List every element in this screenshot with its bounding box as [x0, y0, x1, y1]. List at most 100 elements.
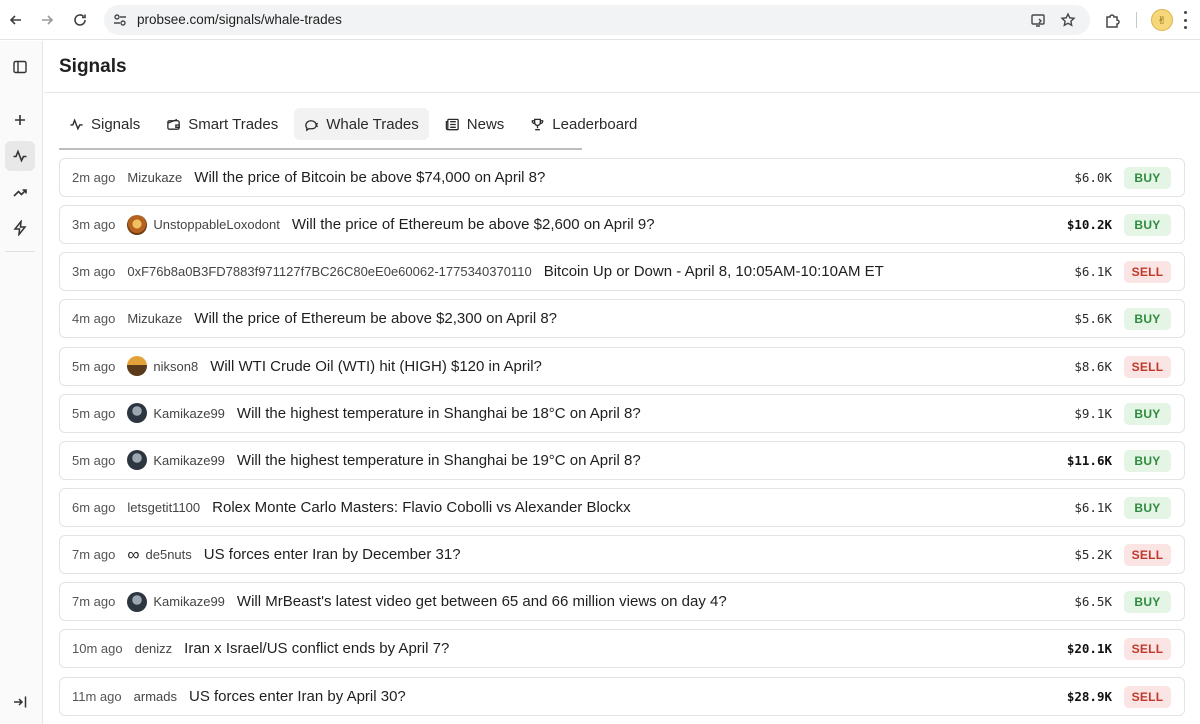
- site-settings-icon[interactable]: [112, 12, 128, 28]
- address-bar[interactable]: probsee.com/signals/whale-trades: [104, 5, 1090, 35]
- trader-name[interactable]: 0xF76b8a0B3FD7883f971127f7BC26C80eE0e600…: [127, 264, 531, 279]
- trade-amount: $6.1K: [1074, 499, 1112, 515]
- trade-row[interactable]: 11m ago armads US forces enter Iran by Apr…: [59, 676, 1185, 716]
- whale-trades-list: 2m ago Mizukaze Will the price of Bitcoin …: [59, 158, 1185, 724]
- trader-name[interactable]: UnstoppableLoxodont: [153, 217, 280, 232]
- arrow-left-icon: [9, 15, 21, 25]
- trader-name[interactable]: de5nuts: [146, 547, 192, 562]
- trader-name[interactable]: Mizukaze: [127, 170, 182, 185]
- arrow-right-icon: [42, 15, 54, 25]
- activity-icon: [13, 149, 27, 163]
- tab-label: Leaderboard: [552, 115, 638, 133]
- market-question[interactable]: Will WTI Crude Oil (WTI) hit (HIGH) $120…: [210, 358, 542, 375]
- buy-badge: BUY: [1124, 402, 1171, 425]
- browser-toolbar: probsee.com/signals/whale-trades ✌: [0, 0, 1200, 40]
- trade-time: 2m ago: [72, 170, 116, 185]
- trade-amount: $6.1K: [1074, 264, 1112, 280]
- lightning-icon: [13, 220, 27, 236]
- profile-avatar[interactable]: ✌: [1151, 9, 1173, 31]
- url-text[interactable]: probsee.com/signals/whale-trades: [137, 5, 342, 35]
- market-question[interactable]: Will the price of Ethereum be above $2,6…: [292, 216, 655, 233]
- trader-name[interactable]: nikson8: [153, 359, 198, 374]
- extensions-icon[interactable]: [1104, 11, 1122, 29]
- trade-row[interactable]: 2m ago Mizukaze Will the price of Bitcoin …: [59, 158, 1185, 197]
- rail-divider: [5, 251, 35, 252]
- trade-amount: $9.1K: [1074, 405, 1112, 421]
- trade-row[interactable]: 10m ago denizz Iran x Israel/US conflict e…: [59, 629, 1185, 669]
- trade-row[interactable]: 4m ago Mizukaze Will the price of Ethereum…: [59, 299, 1185, 339]
- trade-row[interactable]: 3m ago 0xF76b8a0B3FD7883f971127f7BC26C80e…: [59, 252, 1185, 292]
- new-button[interactable]: [5, 105, 35, 135]
- trader-name[interactable]: letsgetit1100: [127, 500, 200, 515]
- plus-icon: [15, 115, 25, 125]
- market-question[interactable]: Will the highest temperature in Shanghai…: [237, 405, 641, 422]
- tab-news[interactable]: News: [435, 108, 515, 140]
- left-rail: [0, 41, 43, 724]
- reload-button[interactable]: [68, 8, 92, 32]
- buy-badge: BUY: [1124, 449, 1171, 472]
- buy-badge: BUY: [1124, 496, 1171, 519]
- flash-nav-button[interactable]: [5, 213, 35, 243]
- trade-row[interactable]: 7m ago ∞ de5nuts US forces enter Iran by De…: [59, 535, 1185, 575]
- trade-row[interactable]: 5m ago Kamikaze99 Will the highest tempera…: [59, 440, 1185, 480]
- trade-amount: $28.9K: [1066, 688, 1112, 704]
- signal-tabs: Signals Smart Trades Whale Trades News L…: [59, 108, 647, 142]
- trade-amount: $11.6K: [1066, 452, 1112, 468]
- trade-time: 5m ago: [72, 405, 116, 421]
- market-question[interactable]: Will the price of Bitcoin be above $74,0…: [194, 169, 545, 186]
- trader-name[interactable]: Mizukaze: [127, 311, 182, 326]
- wallet-icon: [167, 118, 180, 130]
- market-question[interactable]: US forces enter Iran by April 30?: [189, 688, 406, 705]
- whale-icon: [305, 119, 319, 131]
- trade-amount: $5.2K: [1074, 547, 1112, 563]
- market-question[interactable]: Rolex Monte Carlo Masters: Flavio Coboll…: [212, 499, 631, 516]
- toggle-sidebar-button[interactable]: [5, 52, 35, 82]
- market-question[interactable]: Will MrBeast's latest video get between …: [237, 593, 727, 610]
- trader-name[interactable]: Kamikaze99: [153, 406, 225, 421]
- trader-name[interactable]: armads: [134, 689, 177, 704]
- sign-in-button[interactable]: [5, 687, 35, 717]
- sell-badge: SELL: [1124, 544, 1171, 567]
- back-button[interactable]: [4, 8, 28, 32]
- cast-icon[interactable]: [1030, 12, 1046, 28]
- user-avatar: [127, 214, 148, 235]
- trade-amount: $6.5K: [1074, 594, 1112, 610]
- trade-time: 4m ago: [72, 311, 116, 327]
- tab-signals[interactable]: Signals: [59, 108, 150, 140]
- page-title: Signals: [59, 56, 127, 77]
- user-avatar: [127, 591, 148, 612]
- bookmark-star-icon[interactable]: [1060, 12, 1076, 28]
- forward-button[interactable]: [35, 8, 59, 32]
- trending-nav-button[interactable]: [5, 177, 35, 207]
- trade-row[interactable]: 5m ago Kamikaze99 Will the highest tempera…: [59, 393, 1185, 433]
- trade-row[interactable]: 6m ago letsgetit1100 Rolex Monte Carlo Mas…: [59, 487, 1185, 527]
- market-question[interactable]: Iran x Israel/US conflict ends by April …: [184, 640, 449, 657]
- buy-badge: BUY: [1124, 308, 1171, 331]
- tab-label: Signals: [91, 115, 141, 133]
- login-icon: [14, 696, 27, 708]
- market-question[interactable]: Will the highest temperature in Shanghai…: [237, 452, 641, 469]
- page-header: Signals: [44, 41, 1200, 93]
- market-question[interactable]: Bitcoin Up or Down - April 8, 10:05AM-10…: [544, 263, 884, 280]
- trade-time: 3m ago: [72, 217, 116, 233]
- sell-badge: SELL: [1124, 261, 1171, 284]
- market-question[interactable]: Will the price of Ethereum be above $2,3…: [194, 310, 557, 327]
- trade-time: 5m ago: [72, 358, 116, 374]
- tab-leaderboard[interactable]: Leaderboard: [520, 108, 647, 140]
- trade-row[interactable]: 5m ago nikson8 Will WTI Crude Oil (WTI) hi…: [59, 346, 1185, 386]
- tab-label: News: [466, 115, 505, 133]
- market-question[interactable]: US forces enter Iran by December 31?: [204, 546, 461, 563]
- trader-name[interactable]: Kamikaze99: [153, 594, 225, 609]
- signals-nav-button[interactable]: [5, 141, 35, 171]
- trade-time: 10m ago: [72, 641, 123, 657]
- sell-badge: SELL: [1124, 638, 1171, 661]
- tab-smart-trades[interactable]: Smart Trades: [156, 108, 288, 140]
- infinity-avatar-icon: ∞: [127, 545, 140, 565]
- trade-row[interactable]: 7m ago Kamikaze99 Will MrBeast's latest vi…: [59, 582, 1185, 622]
- tab-whale-trades[interactable]: Whale Trades: [294, 108, 429, 140]
- browser-menu-button[interactable]: [1183, 11, 1187, 29]
- trade-row[interactable]: 3m ago UnstoppableLoxodont Will the price …: [59, 205, 1185, 245]
- trader-name[interactable]: denizz: [135, 641, 173, 656]
- trader-name[interactable]: Kamikaze99: [153, 453, 225, 468]
- buy-badge: BUY: [1124, 214, 1171, 237]
